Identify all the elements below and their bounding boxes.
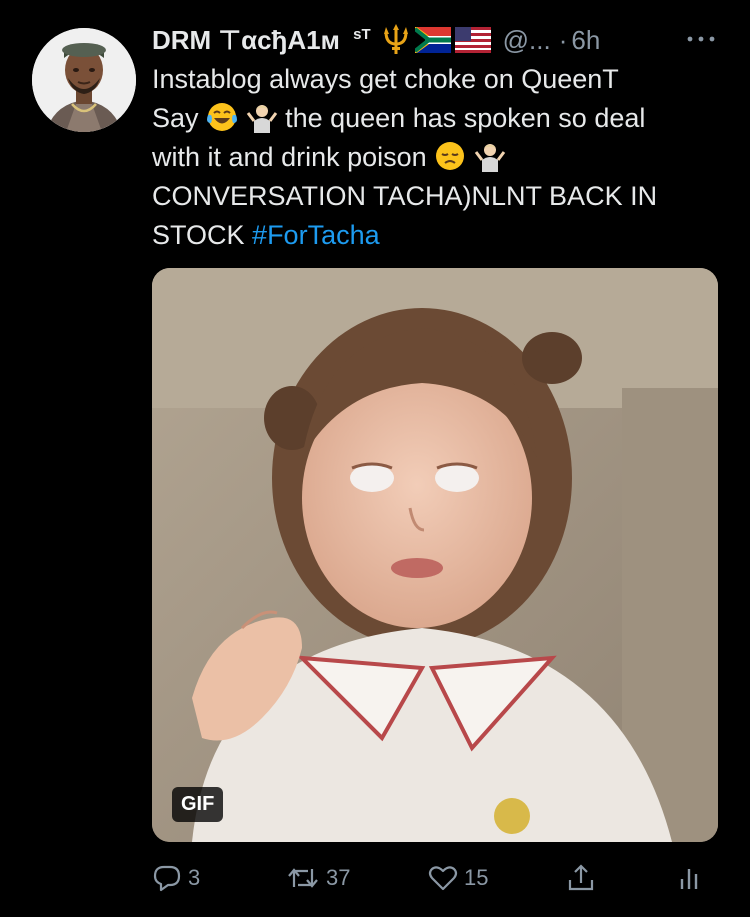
person-shrugging-emoji-icon <box>246 105 277 133</box>
text-line-4: CONVERSATION TACHA)NLNT BACK IN <box>152 181 658 211</box>
analytics-button[interactable] <box>674 858 704 898</box>
reply-count: 3 <box>188 865 201 890</box>
avatar-image <box>32 28 136 132</box>
us-flag-emoji-icon <box>454 27 491 53</box>
retweet-count: 37 <box>326 865 351 890</box>
text-drink-poison: with it and drink poison <box>152 142 427 172</box>
hashtag-link[interactable]: #ForTacha <box>252 220 380 250</box>
reply-icon <box>153 865 181 892</box>
gif-media[interactable]: GIF <box>152 268 718 842</box>
tweet[interactable]: DRM ⊤αcђA1ᴍ sT @... · 6h Instablog alway… <box>0 0 750 917</box>
avatar[interactable] <box>32 28 136 132</box>
more-options-icon[interactable] <box>684 24 718 54</box>
text-stock: STOCK <box>152 220 245 250</box>
share-icon <box>568 864 594 891</box>
analytics-icon <box>680 869 698 889</box>
gif-image <box>152 268 718 842</box>
like-button[interactable]: 15 <box>428 858 488 898</box>
name-superscript: sT <box>353 25 371 43</box>
text-line-2: Say the queen has spoken so deal <box>152 99 722 138</box>
tweet-actions: 3 37 15 <box>150 858 720 898</box>
text-line-1: Instablog always get choke on QueenT <box>152 64 619 94</box>
gif-badge: GIF <box>172 787 224 822</box>
retweet-icon <box>288 868 318 888</box>
south-africa-flag-emoji-icon <box>414 27 451 53</box>
retweet-button[interactable]: 37 <box>286 858 350 898</box>
name-flair <box>381 24 491 56</box>
text-say: Say <box>152 103 199 133</box>
like-count: 15 <box>464 865 489 890</box>
tweet-header: DRM ⊤αcђA1ᴍ sT @... · 6h <box>152 22 722 58</box>
heart-icon <box>428 866 458 891</box>
share-button[interactable] <box>566 858 596 898</box>
trident-emoji-icon <box>383 24 408 54</box>
reply-button[interactable]: 3 <box>152 858 200 898</box>
disappointed-face-emoji-icon <box>436 142 465 170</box>
text-line-3: with it and drink poison <box>152 138 722 177</box>
person-shrugging-emoji-icon <box>474 144 505 172</box>
user-handle[interactable]: @... <box>503 25 551 56</box>
separator-dot: · <box>558 24 568 55</box>
display-name[interactable]: DRM ⊤αcђA1ᴍ sT <box>152 25 371 56</box>
tweet-text: Instablog always get choke on QueenT Say… <box>152 60 722 255</box>
text-line-2-rest: the queen has spoken so deal <box>285 103 646 133</box>
text-line-5: STOCK #ForTacha <box>152 216 722 255</box>
timestamp[interactable]: 6h <box>571 25 600 56</box>
display-name-text: DRM ⊤αcђA1ᴍ <box>152 24 340 55</box>
face-with-tears-of-joy-emoji-icon <box>207 103 238 131</box>
